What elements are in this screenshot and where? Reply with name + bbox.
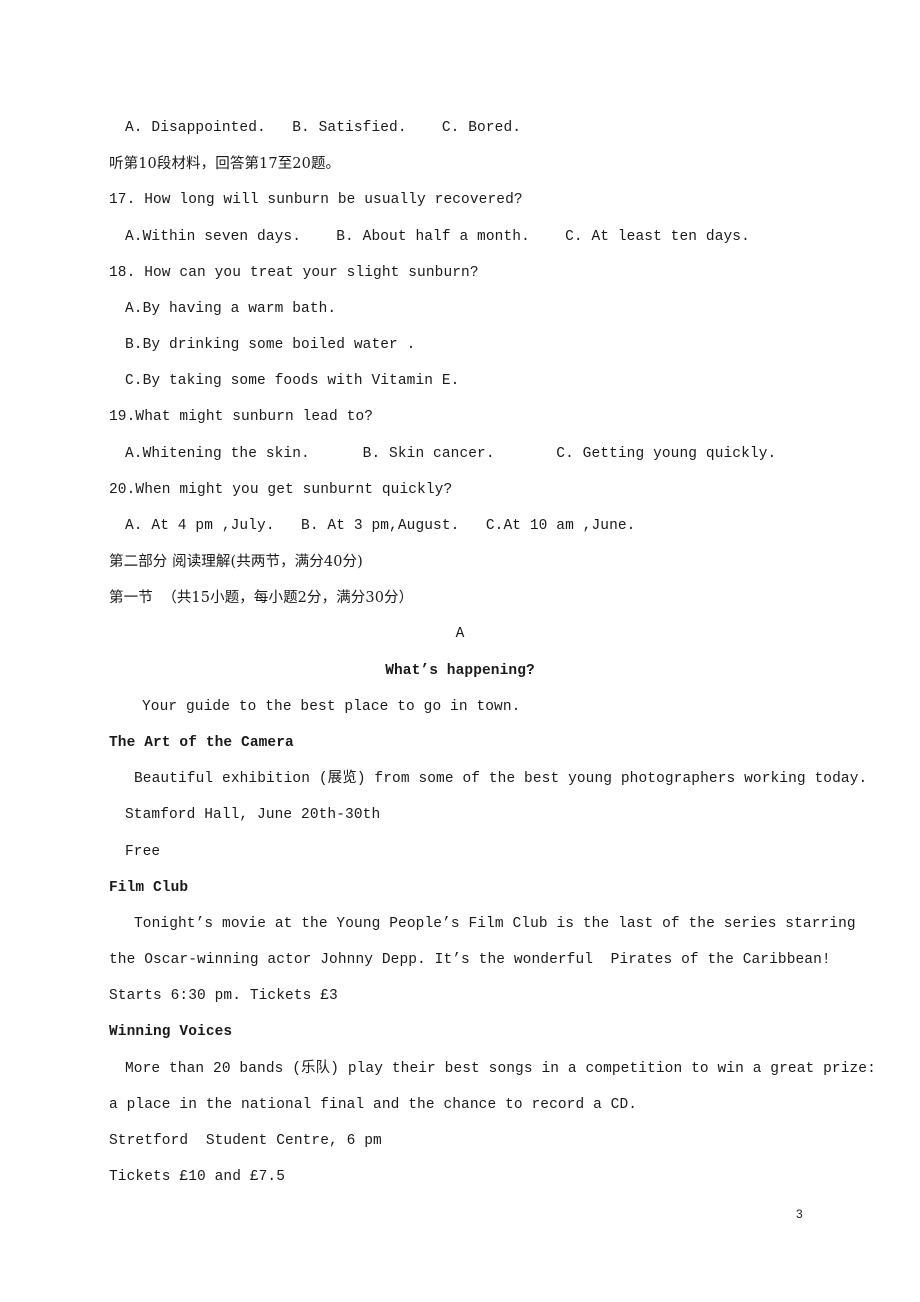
event-price: Tickets £10 and £7.5 bbox=[109, 1169, 286, 1185]
event-description: Tonight’s movie at the Young People’s Fi… bbox=[134, 916, 856, 932]
section1-heading: 第一节 （共15小题，每小题2分，满分30分） bbox=[109, 590, 414, 606]
question-17: 17. How long will sunburn be usually rec… bbox=[109, 192, 523, 208]
question-19: 19.What might sunburn lead to? bbox=[109, 409, 374, 425]
passage-label: A bbox=[455, 626, 465, 642]
page-number: 3 bbox=[796, 1207, 803, 1221]
q16-options: A. Disappointed. B. Satisfied. C. Bored. bbox=[125, 120, 522, 136]
event-description: Beautiful exhibition (展览) from some of t… bbox=[134, 771, 868, 787]
event-description-cont: the Oscar-winning actor Johnny Depp. It’… bbox=[109, 952, 831, 968]
part2-heading: 第二部分 阅读理解(共两节，满分40分) bbox=[109, 554, 363, 570]
passage-title: What’s happening? bbox=[385, 663, 535, 679]
question-18-option-a: A.By having a warm bath. bbox=[125, 301, 337, 317]
event-title: Winning Voices bbox=[109, 1024, 233, 1040]
event-time-price: Starts 6:30 pm. Tickets £3 bbox=[109, 988, 338, 1004]
event-title: Film Club bbox=[109, 880, 189, 896]
question-20: 20.When might you get sunburnt quickly? bbox=[109, 482, 453, 498]
question-18-option-c: C.By taking some foods with Vitamin E. bbox=[125, 373, 460, 389]
event-venue: Stretford Student Centre, 6 pm bbox=[109, 1133, 382, 1149]
passage-intro: Your guide to the best place to go in to… bbox=[142, 699, 521, 715]
event-price: Free bbox=[125, 844, 161, 860]
section10-instruction: 听第10段材料，回答第17至20题。 bbox=[109, 156, 341, 172]
event-description-cont: a place in the national final and the ch… bbox=[109, 1097, 638, 1113]
event-title: The Art of the Camera bbox=[109, 735, 294, 751]
question-17-options: A.Within seven days. B. About half a mon… bbox=[125, 229, 750, 245]
question-18: 18. How can you treat your slight sunbur… bbox=[109, 265, 479, 281]
event-description: More than 20 bands (乐队) play their best … bbox=[125, 1061, 876, 1077]
event-venue: Stamford Hall, June 20th-30th bbox=[125, 807, 381, 823]
question-19-options: A.Whitening the skin. B. Skin cancer. C.… bbox=[125, 446, 777, 462]
question-20-options: A. At 4 pm ,July. B. At 3 pm,August. C.A… bbox=[125, 518, 636, 534]
question-18-option-b: B.By drinking some boiled water . bbox=[125, 337, 416, 353]
